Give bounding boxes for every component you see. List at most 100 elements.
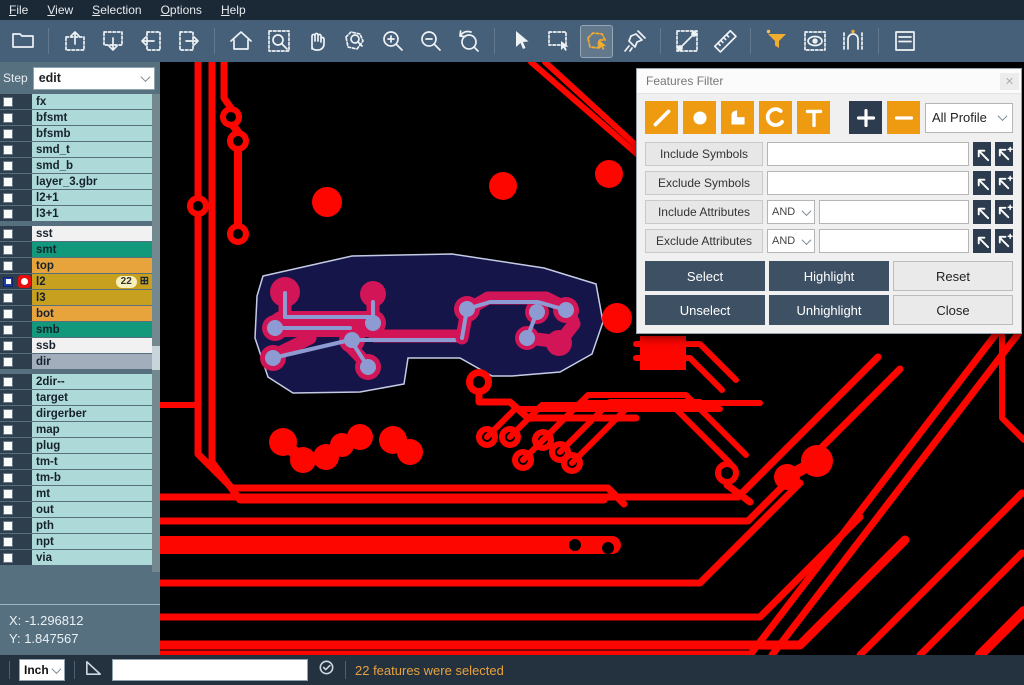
dialog-title-bar[interactable]: Features Filter ✕ [637,69,1021,94]
pad-feature-icon[interactable] [683,101,716,134]
layer-label[interactable]: smb [32,322,152,337]
layer-visibility-checkbox[interactable] [0,406,16,421]
select-cursor-icon[interactable] [505,26,536,57]
layer-label[interactable]: top [32,258,152,273]
add-filter-button[interactable] [849,101,882,134]
active-layer-indicator[interactable] [16,274,32,289]
units-select[interactable]: Inch [19,659,65,681]
layer-label[interactable]: sst [32,226,152,241]
layer-row-sst[interactable]: sst [0,226,152,241]
layer-label[interactable]: mt [32,486,152,501]
layer-label[interactable]: bfsmb [32,126,152,141]
layer-indicator-slot[interactable] [16,126,32,141]
filter-value-input[interactable] [767,142,969,166]
layer-indicator-slot[interactable] [16,422,32,437]
menu-view[interactable]: View [47,3,73,17]
layer-indicator-slot[interactable] [16,306,32,321]
unhighlight-button[interactable]: Unhighlight [769,295,889,325]
layer-label[interactable]: l3 [32,290,152,305]
menu-options[interactable]: Options [161,3,202,17]
layer-row-fx[interactable]: fx [0,94,152,109]
layer-indicator-slot[interactable] [16,226,32,241]
layer-visibility-checkbox[interactable] [0,290,16,305]
pan-view-left-icon[interactable] [135,26,166,57]
layer-indicator-slot[interactable] [16,338,32,353]
unselect-button[interactable]: Unselect [645,295,765,325]
filter-value-input[interactable] [819,229,969,253]
layer-indicator-slot[interactable] [16,290,32,305]
layer-visibility-checkbox[interactable] [0,518,16,533]
menu-file[interactable]: File [9,3,28,17]
close-button[interactable]: Close [893,295,1013,325]
measure-distance-icon[interactable] [671,26,702,57]
add-from-graphic-icon[interactable] [995,142,1013,166]
layer-indicator-slot[interactable] [16,438,32,453]
layer-visibility-checkbox[interactable] [0,206,16,221]
layer-visibility-checkbox[interactable] [0,390,16,405]
zoom-previous-icon[interactable] [453,26,484,57]
layer-row-map[interactable]: map [0,422,152,437]
layer-label[interactable]: l222⊞ [32,274,152,289]
polygon-select-icon[interactable] [581,26,612,57]
layer-row-layer_3.gbr[interactable]: layer_3.gbr [0,174,152,189]
layer-row-l2+1[interactable]: l2+1 [0,190,152,205]
filter-value-input[interactable] [819,200,969,224]
layer-grid-icon[interactable]: ⊞ [140,276,149,287]
profile-select[interactable]: All Profile [925,103,1013,133]
scrollbar-thumb[interactable] [152,346,160,370]
layer-row-top[interactable]: top [0,258,152,273]
filter-value-input[interactable] [767,171,969,195]
layer-row-pth[interactable]: pth [0,518,152,533]
layer-visibility-checkbox[interactable] [0,110,16,125]
layer-visibility-checkbox[interactable] [0,470,16,485]
layer-visibility-checkbox[interactable] [0,306,16,321]
layer-row-bot[interactable]: bot [0,306,152,321]
layer-visibility-checkbox[interactable] [0,126,16,141]
layer-label[interactable]: dir [32,354,152,369]
layer-row-target[interactable]: target [0,390,152,405]
surface-feature-icon[interactable] [721,101,754,134]
include-attributes-button[interactable]: Include Attributes [645,200,763,224]
layer-row-dirgerber[interactable]: dirgerber [0,406,152,421]
layer-visibility-checkbox[interactable] [0,158,16,173]
layer-label[interactable]: plug [32,438,152,453]
layer-row-bfsmb[interactable]: bfsmb [0,126,152,141]
layer-indicator-slot[interactable] [16,158,32,173]
pan-view-right-icon[interactable] [173,26,204,57]
ruler-icon[interactable] [709,26,740,57]
layer-indicator-slot[interactable] [16,454,32,469]
layer-list-scrollbar[interactable] [152,94,160,572]
layer-row-out[interactable]: out [0,502,152,517]
layer-visibility-checkbox[interactable] [0,274,16,289]
logic-select[interactable]: AND [767,200,815,224]
layer-label[interactable]: tm-b [32,470,152,485]
include-symbols-button[interactable]: Include Symbols [645,142,763,166]
layer-row-tm-t[interactable]: tm-t [0,454,152,469]
zoom-polygon-icon[interactable] [339,26,370,57]
open-file-icon[interactable] [7,26,38,57]
layer-visibility-checkbox[interactable] [0,190,16,205]
line-feature-icon[interactable] [645,101,678,134]
select-from-graphic-icon[interactable] [973,229,991,253]
layer-indicator-slot[interactable] [16,502,32,517]
select-button[interactable]: Select [645,261,765,291]
layer-indicator-slot[interactable] [16,486,32,501]
layer-indicator-slot[interactable] [16,110,32,125]
layer-indicator-slot[interactable] [16,190,32,205]
layer-indicator-slot[interactable] [16,374,32,389]
layer-visibility-checkbox[interactable] [0,338,16,353]
layer-row-l3[interactable]: l3 [0,290,152,305]
layer-visibility-checkbox[interactable] [0,226,16,241]
layer-row-bfsmt[interactable]: bfsmt [0,110,152,125]
brush-select-icon[interactable] [619,26,650,57]
layer-indicator-slot[interactable] [16,206,32,221]
layer-visibility-checkbox[interactable] [0,374,16,389]
layer-label[interactable]: ssb [32,338,152,353]
pcb-canvas[interactable]: Features Filter ✕ All Profile Include Sy… [160,62,1024,655]
refresh-icon[interactable] [317,658,336,682]
layer-row-via[interactable]: via [0,550,152,565]
features-filter-icon[interactable] [761,26,792,57]
layer-visibility-checkbox[interactable] [0,94,16,109]
layer-indicator-slot[interactable] [16,354,32,369]
layer-label[interactable]: pth [32,518,152,533]
